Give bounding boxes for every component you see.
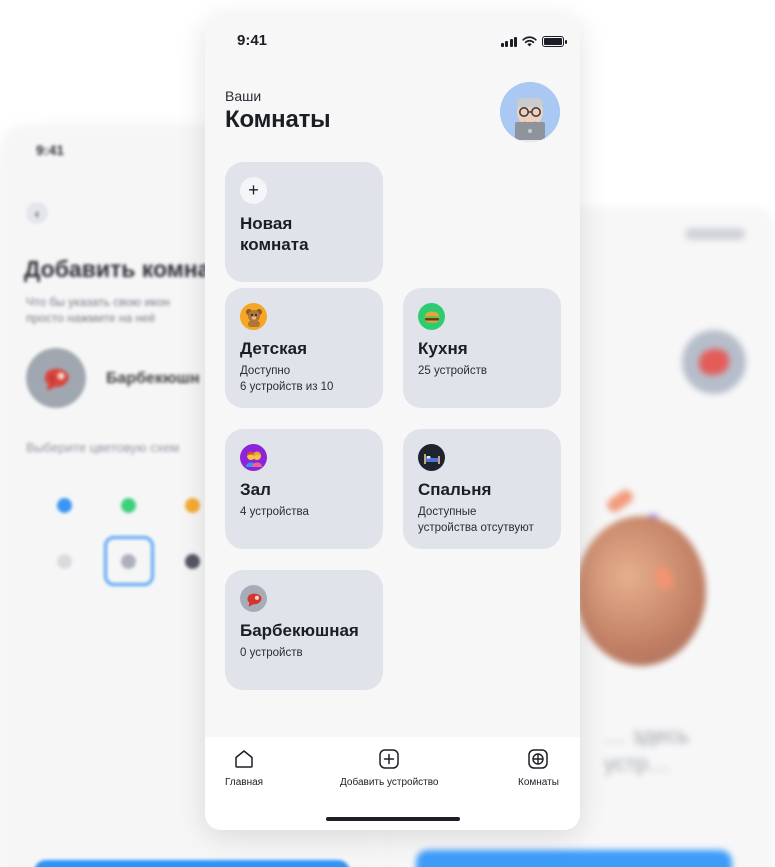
add-square-icon xyxy=(379,749,399,769)
status-line: устройства отсутвуют xyxy=(418,522,534,534)
tab-label: Комнаты xyxy=(518,777,559,788)
plus-icon: + xyxy=(240,177,267,204)
status-line: 25 устройств xyxy=(418,365,487,377)
status-icons xyxy=(685,228,745,240)
room-name-input[interactable]: Барбекюшн xyxy=(106,370,200,388)
home-indicator xyxy=(326,817,460,821)
color-swatch-blue[interactable] xyxy=(57,498,72,513)
screen-title: Добавить комна xyxy=(24,256,211,282)
rooms-grid-icon xyxy=(528,749,549,769)
title-line: Новая xyxy=(240,214,293,233)
status-line: Доступные xyxy=(418,506,477,518)
title-line: комната xyxy=(240,235,309,254)
room-avatar xyxy=(682,330,746,394)
continue-button[interactable] xyxy=(416,850,732,867)
save-room-button[interactable] xyxy=(34,860,350,867)
room-title: Кухня xyxy=(418,339,468,358)
color-swatch-orange[interactable] xyxy=(185,498,200,513)
greeting: Ваши xyxy=(225,88,262,104)
status-line: 4 устройства xyxy=(240,506,309,518)
battery-icon xyxy=(542,36,567,47)
room-card-kitchen[interactable]: Кухня 25 устройств xyxy=(403,288,561,408)
tab-home[interactable]: Главная xyxy=(225,747,263,788)
decor-shape xyxy=(604,487,636,515)
room-title: Зал xyxy=(240,480,271,499)
tab-label: Главная xyxy=(225,777,264,788)
teddy-bear-icon xyxy=(240,303,267,330)
onboarding-text: … здесь устр… xyxy=(604,722,689,778)
status-line: 6 устройств из 10 xyxy=(240,381,334,393)
new-room-card[interactable]: + Новая комната xyxy=(225,162,383,282)
signal-icon xyxy=(500,36,517,47)
status-line: Доступно xyxy=(240,365,291,377)
room-status: Доступно 6 устройств из 10 xyxy=(240,363,368,395)
status-time: 9:41 xyxy=(36,142,65,158)
room-card-living[interactable]: Зал 4 устройства xyxy=(225,429,383,549)
status-line: 0 устройств xyxy=(240,647,303,659)
room-card-bedroom[interactable]: Спальня Доступные устройства отсутвуют xyxy=(403,429,561,549)
room-status: 4 устройства xyxy=(240,504,368,520)
color-swatch-dark[interactable] xyxy=(185,554,200,569)
memoji-avatar-icon[interactable] xyxy=(500,82,560,142)
room-icon-picker[interactable] xyxy=(26,348,86,408)
rooms-screen: 9:41 Ваши Комнаты + Новая комната Детска… xyxy=(205,16,580,830)
steak-icon xyxy=(240,585,267,612)
room-card-bbq[interactable]: Барбекюшная 0 устройств xyxy=(225,570,383,690)
onboarding-line: устр… xyxy=(604,751,671,776)
bed-icon xyxy=(418,444,445,471)
room-title: Детская xyxy=(240,339,307,358)
hint-text: Что бы указать свою икон просто нажмите … xyxy=(26,294,226,326)
status-icons xyxy=(500,36,567,47)
color-swatch-light-gray[interactable] xyxy=(57,554,72,569)
illustration xyxy=(576,516,706,666)
room-status: 0 устройств xyxy=(240,645,368,661)
status-time: 9:41 xyxy=(237,32,268,49)
hint-line: Что бы указать свою икон xyxy=(26,295,170,309)
back-icon[interactable]: ‹ xyxy=(26,202,48,224)
room-status: Доступные устройства отсутвуют xyxy=(418,504,546,536)
room-card-kids[interactable]: Детская Доступно 6 устройств из 10 xyxy=(225,288,383,408)
room-title: Барбекюшная xyxy=(240,621,359,640)
people-icon xyxy=(240,444,267,471)
tab-label: Добавить устройство xyxy=(340,777,439,788)
color-swatch-green[interactable] xyxy=(121,498,136,513)
home-icon xyxy=(235,750,253,768)
tab-add-device[interactable]: Добавить устройство xyxy=(340,747,439,788)
tab-rooms[interactable]: Комнаты xyxy=(518,747,559,788)
onboarding-line: … здесь xyxy=(604,723,690,748)
color-scheme-label: Выберите цветовую схем xyxy=(26,440,180,455)
page-title: Комнаты xyxy=(225,106,331,133)
wifi-icon xyxy=(522,36,537,47)
tab-bar: Главная Добавить устройство Комнаты xyxy=(205,737,580,830)
hint-line: просто нажмите на неё xyxy=(26,311,156,325)
burger-icon xyxy=(418,303,445,330)
steak-icon xyxy=(45,368,69,391)
room-status: 25 устройств xyxy=(418,363,546,379)
new-room-title: Новая комната xyxy=(240,213,368,255)
room-title: Спальня xyxy=(418,480,492,499)
color-swatch-gray[interactable] xyxy=(121,554,136,569)
